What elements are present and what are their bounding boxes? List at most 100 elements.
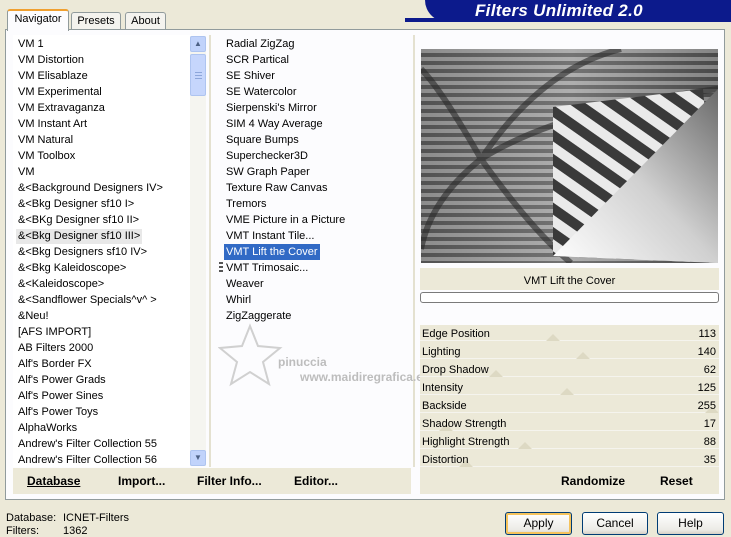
slider-thumb-icon[interactable] — [546, 334, 560, 341]
category-item[interactable]: &<Sandflower Specials^v^ > — [18, 293, 157, 308]
slider-thumb-icon[interactable] — [560, 388, 574, 395]
category-item[interactable]: VM Elisablaze — [18, 69, 88, 84]
category-item[interactable]: VM Natural — [18, 133, 73, 148]
category-item[interactable]: Andrew's Filter Collection 56 — [18, 453, 157, 467]
category-item[interactable]: VM 1 — [18, 37, 44, 52]
filter-item[interactable]: VMT Lift the Cover — [224, 244, 320, 260]
scroll-up-icon[interactable]: ▲ — [190, 36, 206, 52]
category-item[interactable]: Alf's Power Sines — [18, 389, 103, 404]
watermark-name: pinuccia — [278, 355, 327, 369]
filter-item[interactable]: Weaver — [226, 276, 264, 292]
filter-item[interactable]: Superchecker3D — [226, 148, 308, 164]
filter-item[interactable]: SW Graph Paper — [226, 164, 310, 180]
category-item[interactable]: &<BKg Designer sf10 II> — [18, 213, 139, 228]
category-item[interactable]: &Neu! — [18, 309, 49, 324]
slider-track[interactable] — [420, 358, 719, 359]
category-item[interactable]: Alf's Power Toys — [18, 405, 98, 420]
param-value: 62 — [703, 364, 716, 376]
param-slider[interactable]: Highlight Strength 88 — [420, 433, 719, 451]
slider-track[interactable] — [420, 376, 719, 377]
editor-button[interactable]: Editor... — [294, 474, 338, 488]
category-item[interactable]: Alf's Power Grads — [18, 373, 106, 388]
category-item[interactable]: &<Bkg Designers sf10 IV> — [18, 245, 147, 260]
preview-image — [421, 49, 718, 263]
category-item[interactable]: &<Bkg Designer sf10 III> — [16, 229, 143, 244]
category-item[interactable]: AB Filters 2000 — [18, 341, 93, 356]
slider-track[interactable] — [420, 430, 719, 431]
filters-label: Filters: — [6, 525, 39, 537]
filter-item[interactable]: SE Shiver — [226, 68, 275, 84]
param-slider[interactable]: Lighting 140 — [420, 343, 719, 361]
filter-item[interactable]: Radial ZigZag — [226, 36, 294, 52]
cancel-button[interactable]: Cancel — [582, 512, 648, 535]
list-toolbar: Database Import... Filter Info... Editor… — [13, 468, 411, 494]
category-item[interactable]: Andrew's Filter Collection 55 — [18, 437, 157, 452]
param-label: Backside — [422, 400, 467, 412]
apply-button[interactable]: Apply — [505, 512, 572, 535]
import-button[interactable]: Import... — [118, 474, 165, 488]
category-item[interactable]: &<Bkg Designer sf10 I> — [18, 197, 134, 212]
filter-item[interactable]: Square Bumps — [226, 132, 299, 148]
watermark-url: www.maidiregrafica.eu — [300, 370, 431, 384]
slider-track[interactable] — [420, 448, 719, 449]
category-item[interactable]: &<Bkg Kaleidoscope> — [18, 261, 126, 276]
filter-item[interactable]: Whirl — [226, 292, 251, 308]
param-slider[interactable]: Edge Position 113 — [420, 325, 719, 343]
param-value: 35 — [703, 454, 716, 466]
param-label: Drop Shadow — [422, 364, 489, 376]
slider-thumb-icon[interactable] — [518, 442, 532, 449]
category-item[interactable]: &<Background Designers IV> — [18, 181, 163, 196]
filter-item[interactable]: SIM 4 Way Average — [226, 116, 323, 132]
help-button[interactable]: Help — [657, 512, 724, 535]
database-button[interactable]: Database — [27, 474, 80, 488]
filter-item[interactable]: VMT Instant Tile... — [226, 228, 314, 244]
tab-presets[interactable]: Presets — [71, 12, 121, 30]
slider-thumb-icon[interactable] — [576, 352, 590, 359]
filter-item[interactable]: VME Picture in a Picture — [226, 212, 345, 228]
reset-button[interactable]: Reset — [660, 474, 693, 488]
category-scrollbar[interactable]: ▲ ▼ — [190, 36, 206, 466]
param-slider[interactable]: Backside 255 — [420, 397, 719, 415]
category-item[interactable]: VM — [18, 165, 35, 180]
preview-divider — [413, 35, 415, 467]
category-item[interactable]: VM Toolbox — [18, 149, 75, 164]
randomize-button[interactable]: Randomize — [561, 474, 625, 488]
filter-item[interactable]: Texture Raw Canvas — [226, 180, 328, 196]
filter-item[interactable]: Tremors — [226, 196, 267, 212]
tab-navigator[interactable]: Navigator — [7, 9, 69, 31]
param-slider[interactable]: Intensity 125 — [420, 379, 719, 397]
category-item[interactable]: [AFS IMPORT] — [18, 325, 91, 340]
slider-thumb-icon[interactable] — [489, 370, 503, 377]
param-label: Lighting — [422, 346, 461, 358]
progress-bar — [420, 292, 719, 303]
filter-item[interactable]: SE Watercolor — [226, 84, 297, 100]
list-divider — [209, 35, 211, 467]
filter-item[interactable]: SCR Partical — [226, 52, 289, 68]
category-item[interactable]: VM Distortion — [18, 53, 84, 68]
category-item[interactable]: VM Extravaganza — [18, 101, 105, 116]
filter-info-button[interactable]: Filter Info... — [197, 474, 262, 488]
tab-about[interactable]: About — [125, 12, 166, 30]
param-slider[interactable]: Distortion 35 — [420, 451, 719, 469]
slider-track[interactable] — [420, 340, 719, 341]
category-item[interactable]: VM Experimental — [18, 85, 102, 100]
scroll-thumb[interactable] — [190, 54, 206, 96]
database-label: Database: — [6, 512, 57, 524]
param-value: 255 — [697, 400, 716, 412]
category-item[interactable]: &<Kaleidoscope> — [18, 277, 104, 292]
category-item[interactable]: Alf's Border FX — [18, 357, 92, 372]
param-slider[interactable]: Shadow Strength 17 — [420, 415, 719, 433]
param-label: Shadow Strength — [422, 418, 507, 430]
scroll-down-icon[interactable]: ▼ — [190, 450, 206, 466]
filter-item[interactable]: VMT Trimosaic... — [226, 260, 308, 276]
category-item[interactable]: AlphaWorks — [18, 421, 77, 436]
category-item[interactable]: VM Instant Art — [18, 117, 87, 132]
param-value: 113 — [698, 328, 716, 340]
param-label: Distortion — [422, 454, 469, 466]
filter-item[interactable]: Sierpenski's Mirror — [226, 100, 317, 116]
category-list[interactable]: VM 1 VM Distortion VM Elisablaze VM Experim… — [13, 35, 191, 467]
param-slider[interactable]: Drop Shadow 62 — [420, 361, 719, 379]
slider-track[interactable] — [420, 412, 719, 413]
filter-list[interactable]: Radial ZigZag SCR Partical SE Shiver SE Wat… — [215, 35, 411, 325]
param-label: Intensity — [422, 382, 463, 394]
